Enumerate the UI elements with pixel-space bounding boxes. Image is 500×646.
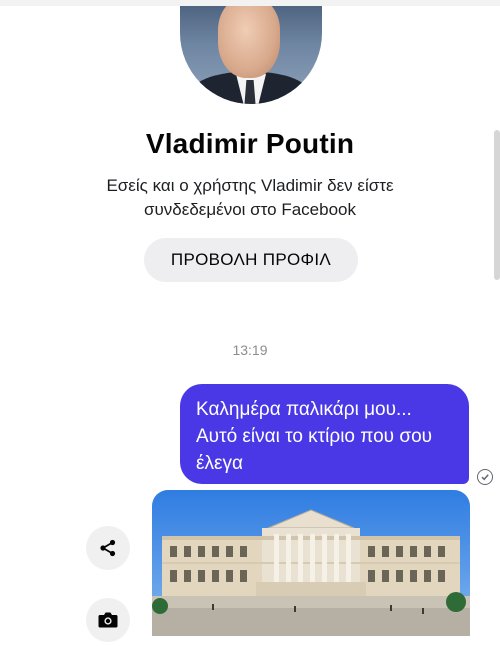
message-bubble[interactable]: Καλημέρα παλικάρι μου... Αυτό είναι το κ… — [180, 384, 469, 484]
message-timestamp: 13:19 — [232, 342, 268, 358]
share-button[interactable] — [86, 526, 130, 570]
profile-avatar[interactable] — [180, 6, 322, 104]
camera-icon — [98, 612, 118, 628]
connection-status-text: Εσείς και ο χρήστης Vladimir δεν είστε σ… — [106, 176, 394, 219]
sent-check-icon — [477, 469, 493, 485]
building-illustration — [152, 509, 470, 636]
share-icon — [100, 539, 116, 557]
building-photo[interactable] — [152, 490, 470, 636]
camera-button[interactable] — [86, 598, 130, 642]
avatar-face — [218, 6, 280, 78]
profile-name: Vladimir Poutin — [145, 128, 355, 159]
view-profile-button[interactable]: ΠΡΟΒΟΛΗ ΠΡΟΦΙΛ — [144, 238, 358, 282]
